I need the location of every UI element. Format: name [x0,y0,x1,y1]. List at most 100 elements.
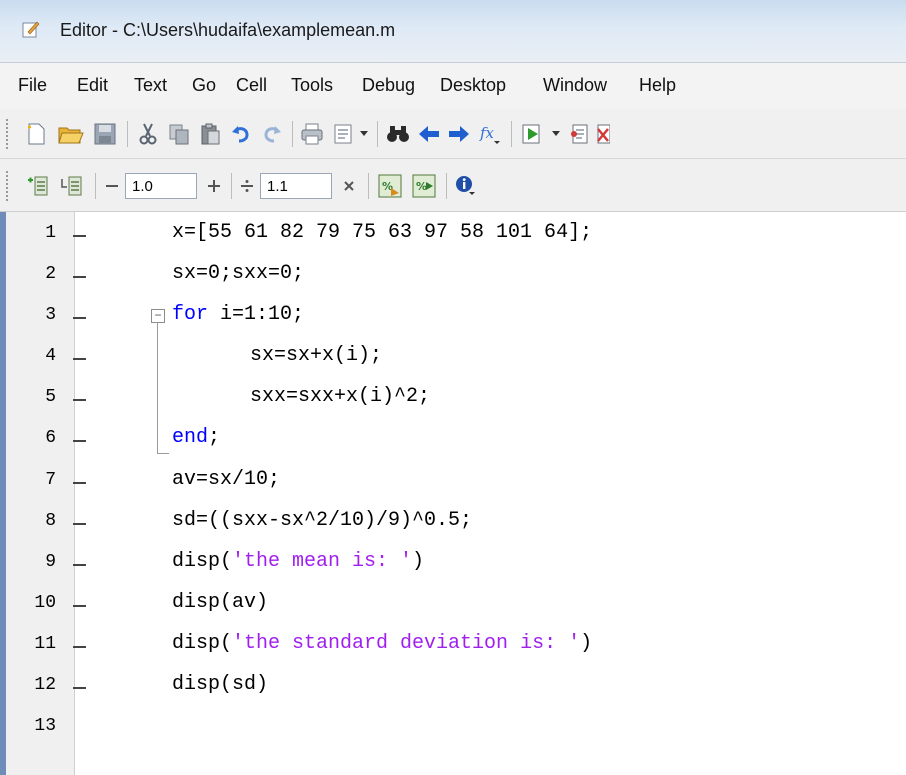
document-lines-icon [334,124,352,144]
open-file-button[interactable] [56,121,86,147]
save-disk-icon [94,123,116,145]
menu-go[interactable]: Go [192,75,216,96]
menu-edit[interactable]: Edit [77,75,108,96]
code-line-6[interactable]: end; [172,426,220,449]
line-number: 6 [45,428,56,448]
cell-info-button[interactable] [453,173,479,199]
code-line-10[interactable]: disp(av) [172,591,268,614]
undo-icon [232,126,249,143]
toolbar-separator [446,173,447,199]
executable-line-marker[interactable] [73,276,86,278]
divide-button[interactable] [238,173,256,199]
scissors-icon [139,123,157,145]
menu-text[interactable]: Text [134,75,167,96]
clear-breakpoints-icon [597,124,610,144]
increment-button[interactable] [205,173,223,199]
menu-file[interactable]: File [18,75,47,96]
code-line-1[interactable]: x=[55 61 82 79 75 63 97 58 101 64]; [172,221,592,244]
executable-line-marker[interactable] [73,564,86,566]
function-browser-button[interactable]: fx [476,121,504,147]
cell-toolbar: 1.0 1.1 % % [0,159,906,212]
run-dropdown[interactable] [550,123,562,145]
main-toolbar: fx [0,109,906,159]
evaluate-cell-advance-button[interactable]: % [376,173,404,199]
toolbar-grip [6,171,11,201]
code-line-2[interactable]: sx=0;sxx=0; [172,262,304,285]
redo-button[interactable] [259,121,285,147]
executable-line-marker[interactable] [73,523,86,525]
executable-line-marker[interactable] [73,646,86,648]
gutter-divider [74,212,75,775]
printer-icon [301,123,323,145]
executable-line-marker[interactable] [73,235,86,237]
cut-button[interactable] [135,121,161,147]
fold-collapse-toggle[interactable]: − [151,309,165,323]
executable-line-marker[interactable] [73,687,86,689]
new-file-icon [28,123,45,145]
fold-guide-end [157,453,169,454]
new-file-button[interactable] [22,121,50,147]
line-number: 4 [45,346,56,366]
toolbar-separator [368,173,369,199]
toolbar-separator [292,121,293,147]
keyword-end: end [172,426,209,449]
binoculars-icon [387,126,409,142]
go-forward-button[interactable] [446,121,472,147]
executable-line-marker[interactable] [73,605,86,607]
code-line-7[interactable]: av=sx/10; [172,468,280,491]
code-line-3[interactable]: for i=1:10; [172,303,304,326]
code-line-9[interactable]: disp('the mean is: ') [172,550,424,573]
close-paren: ) [580,632,593,655]
code-line-5[interactable]: sxx=sxx+x(i)^2; [250,385,430,408]
code-line-4[interactable]: sx=sx+x(i); [250,344,382,367]
set-breakpoint-button[interactable] [567,121,593,147]
toolbar-separator [95,173,96,199]
clear-breakpoints-button[interactable] [596,121,610,147]
undo-button[interactable] [228,121,254,147]
menu-debug[interactable]: Debug [362,75,415,96]
string-literal: 'the mean is: ' [232,550,413,573]
code-line-11[interactable]: disp('the standard deviation is: ') [172,632,592,655]
print-selection-button[interactable] [330,121,356,147]
menu-help[interactable]: Help [639,75,676,96]
evaluate-cell-button[interactable] [58,173,86,199]
line-number: 12 [34,675,56,695]
menu-desktop[interactable]: Desktop [440,75,506,96]
run-button[interactable] [519,121,547,147]
code-editor[interactable]: 1 2 3 4 5 6 7 8 9 10 11 12 13 − x=[55 61… [0,212,906,775]
executable-line-marker[interactable] [73,440,86,442]
code-line-8[interactable]: sd=((sxx-sx^2/10)/9)^0.5; [172,509,472,532]
find-button[interactable] [385,121,411,147]
arrow-left-icon [419,126,439,142]
evaluate-cell-only-button[interactable]: % [410,173,438,199]
line-number: 10 [34,593,56,613]
executable-line-marker[interactable] [73,358,86,360]
line-number: 5 [45,387,56,407]
toolbar-grip [6,119,11,149]
save-button[interactable] [92,121,118,147]
decrement-button[interactable] [103,173,121,199]
menu-window[interactable]: Window [543,75,607,96]
multiply-button[interactable] [340,173,358,199]
executable-line-marker[interactable] [73,317,86,319]
go-back-button[interactable] [416,121,442,147]
code-line-12[interactable]: disp(sd) [172,673,268,696]
insert-cell-divider-button[interactable] [24,173,52,199]
print-dropdown[interactable] [358,123,370,145]
menu-cell[interactable]: Cell [236,75,267,96]
divide-value-field[interactable]: 1.1 [260,173,332,199]
line-number: 13 [34,716,56,736]
copy-button[interactable] [166,121,192,147]
executable-line-marker[interactable] [73,399,86,401]
print-button[interactable] [298,121,326,147]
open-folder-icon [58,127,84,144]
string-literal: 'the standard deviation is: ' [232,632,581,655]
executable-line-marker[interactable] [73,482,86,484]
menu-tools[interactable]: Tools [291,75,333,96]
copy-icon [169,124,189,145]
paste-button[interactable] [197,121,223,147]
line-number: 11 [34,634,56,654]
line-number: 7 [45,470,56,490]
decrement-value-field[interactable]: 1.0 [125,173,197,199]
cell-eval-icon [61,176,82,196]
